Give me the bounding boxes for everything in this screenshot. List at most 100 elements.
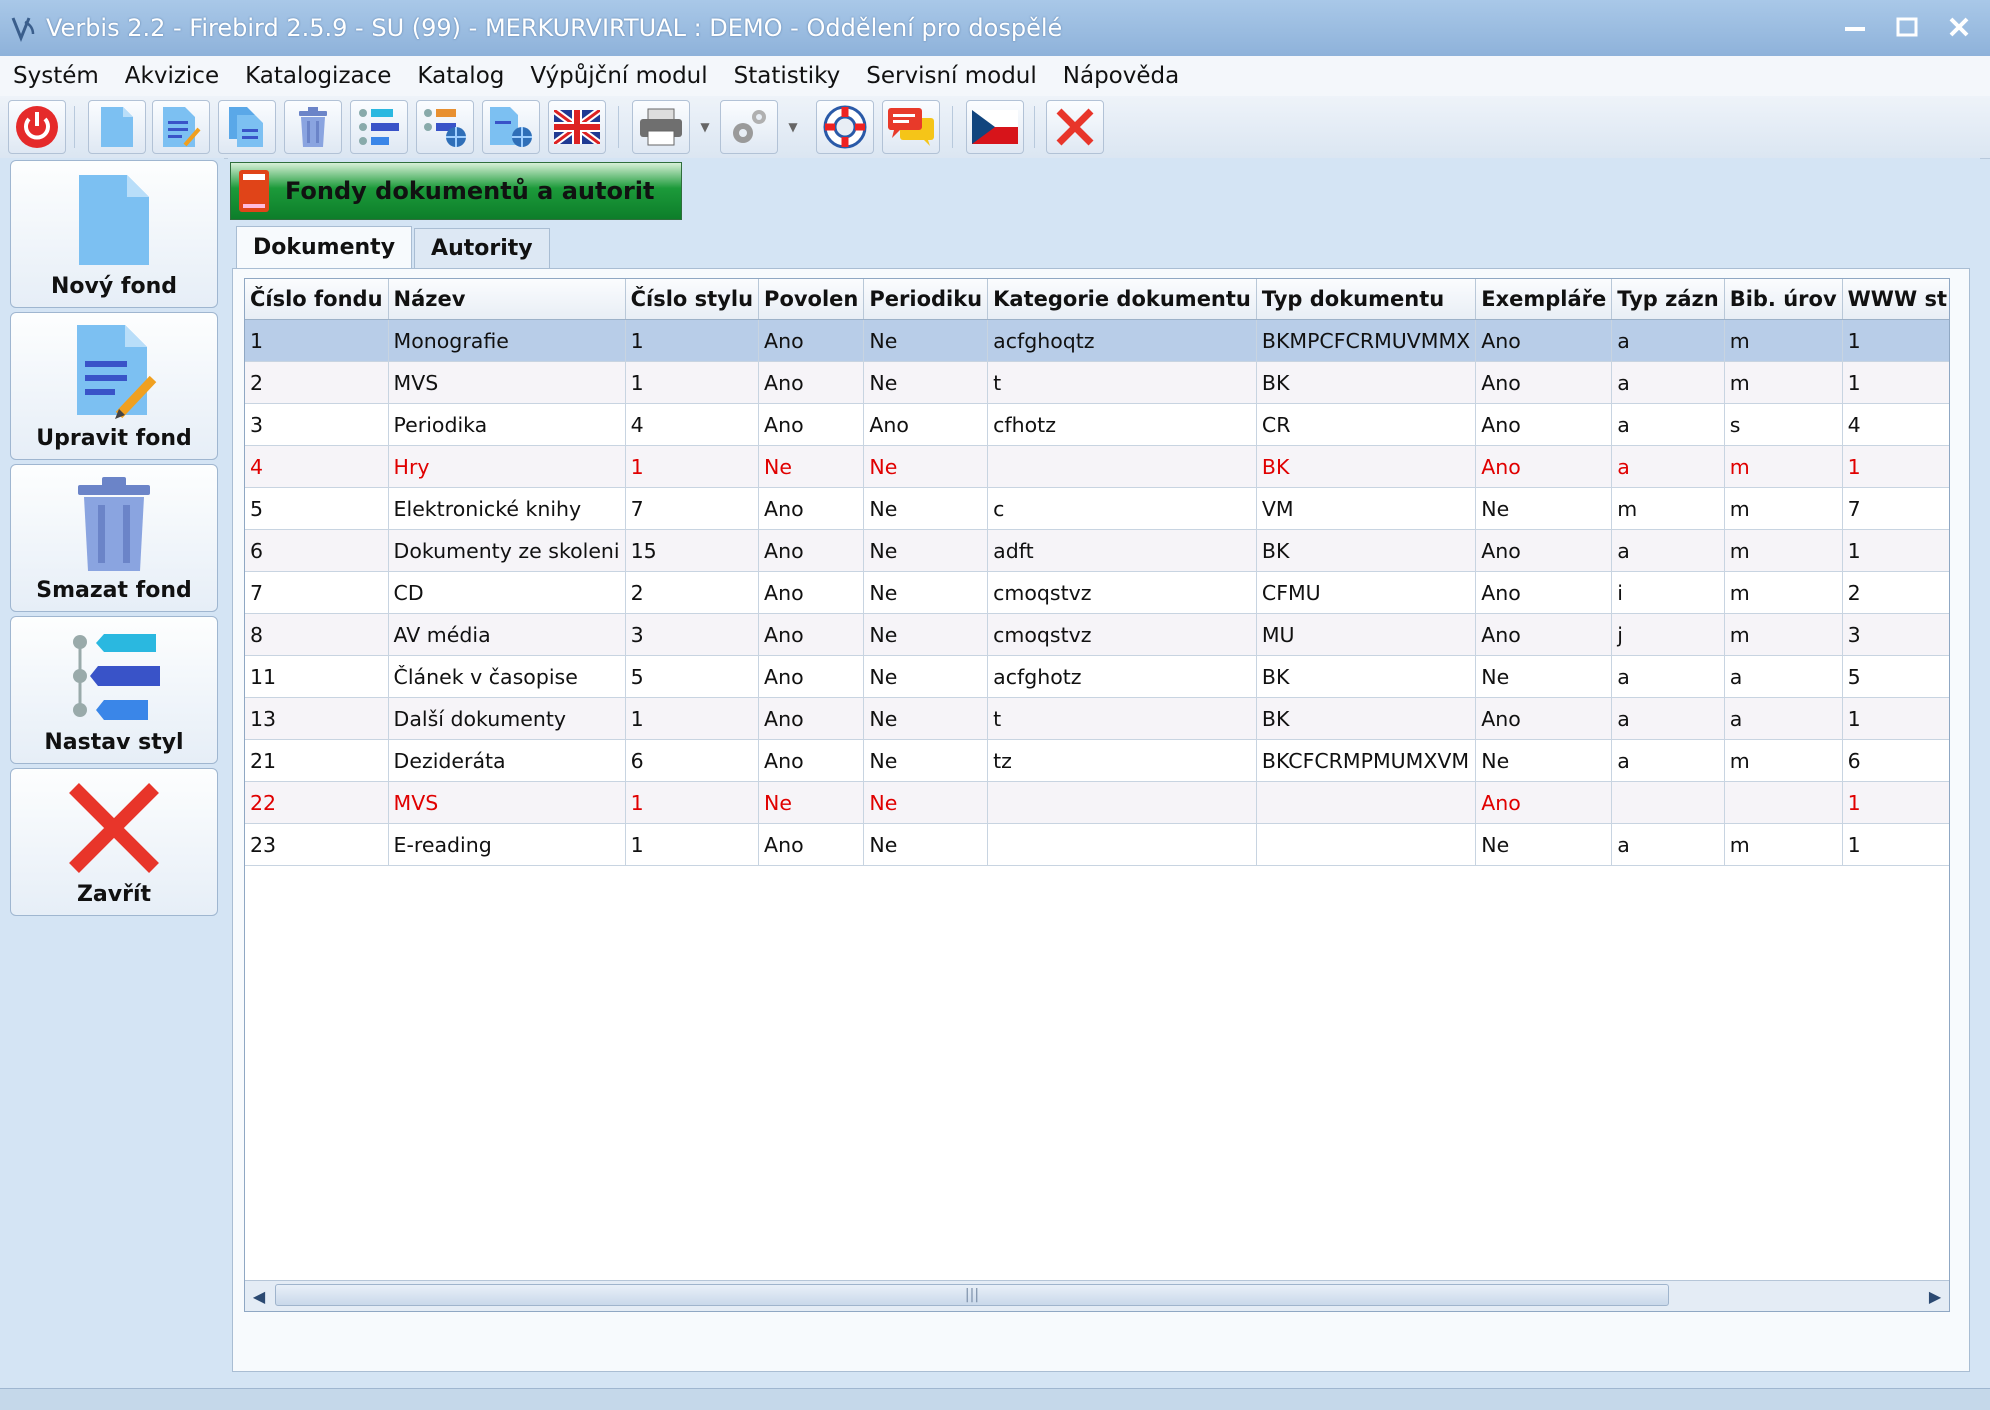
menu-statistiky[interactable]: Statistiky bbox=[721, 63, 854, 89]
column-header[interactable]: Kategorie dokumentu bbox=[987, 279, 1257, 320]
delete-button[interactable] bbox=[284, 100, 342, 154]
table-cell: m bbox=[1724, 823, 1843, 866]
table-cell: CR bbox=[1256, 403, 1477, 446]
table-cell: 1 bbox=[1842, 529, 1949, 572]
scroll-right-button[interactable]: ▶ bbox=[1921, 1281, 1949, 1311]
close-toolbar-button[interactable] bbox=[1046, 100, 1104, 154]
table-row[interactable]: 6 Dokumenty ze skoleni 15 Ano Ne adft BK Ano a m 1 bbox=[245, 529, 1949, 572]
trash-icon bbox=[299, 107, 327, 147]
settings-dropdown[interactable]: ▼ bbox=[782, 100, 804, 154]
table-row[interactable]: 5Elektronické knihy7AnoNecVMNemm7( bbox=[245, 487, 1949, 530]
tab-authorities[interactable]: Autority bbox=[414, 228, 550, 268]
table-row[interactable]: 7CD2AnoNecmoqstvzCFMUAnoim27 bbox=[245, 571, 1949, 614]
column-header[interactable]: Bib. úrov bbox=[1724, 279, 1843, 320]
table-cell: CFMU bbox=[1256, 571, 1477, 614]
table-row[interactable]: 22MVS1NeNeAno12 bbox=[245, 781, 1949, 824]
tab-documents[interactable]: Dokumenty bbox=[236, 226, 413, 268]
column-header[interactable]: WWW st bbox=[1842, 279, 1949, 320]
table-cell: m bbox=[1724, 445, 1843, 488]
table-cell: 6 bbox=[245, 529, 389, 572]
table-cell: 23 bbox=[245, 823, 389, 866]
table-cell: 4 bbox=[245, 445, 389, 488]
table-cell bbox=[1724, 781, 1843, 824]
section-title: Fondy dokumentů a autorit bbox=[285, 177, 655, 205]
print-button[interactable] bbox=[632, 100, 690, 154]
set-style-button[interactable]: Nastav styl bbox=[10, 616, 218, 764]
table-row[interactable]: 8AV média3AnoNecmoqstvzMUAnojm38 bbox=[245, 613, 1949, 656]
edit-document-large-icon bbox=[77, 325, 157, 419]
document-icon bbox=[101, 107, 133, 147]
column-header[interactable]: Číslo fondu bbox=[245, 279, 389, 320]
close-side-button[interactable]: Zavřít bbox=[10, 768, 218, 916]
help-button[interactable] bbox=[816, 100, 874, 154]
column-header[interactable]: Exempláře bbox=[1475, 279, 1613, 320]
table-cell: Monografie bbox=[388, 319, 626, 362]
table-cell: 5 bbox=[1842, 655, 1949, 698]
table-cell: m bbox=[1724, 739, 1843, 782]
table-row[interactable]: 1 Monografie 1 Ano Ne acfghoqtz BKMPCFCRMUVMMX… bbox=[245, 319, 1949, 362]
column-header[interactable]: Číslo stylu bbox=[625, 279, 760, 320]
column-header[interactable]: Název bbox=[388, 279, 626, 320]
style-button[interactable] bbox=[350, 100, 408, 154]
table-row[interactable]: 23 E-reading 1 Ano Ne Ne a m 1 bbox=[245, 823, 1949, 866]
delete-fond-label: Smazat fond bbox=[36, 578, 192, 603]
scroll-left-button[interactable]: ◀ bbox=[245, 1281, 273, 1311]
minimize-button[interactable] bbox=[1836, 8, 1874, 46]
close-window-button[interactable] bbox=[1940, 8, 1978, 46]
table-cell: 7 bbox=[1842, 487, 1949, 530]
menu-system[interactable]: Systém bbox=[0, 63, 112, 89]
edit-fond-button[interactable]: Upravit fond bbox=[10, 312, 218, 460]
app-window: Verbis 2.2 - Firebird 2.5.9 - SU (99) - … bbox=[0, 0, 1990, 1410]
table-cell: i bbox=[1611, 571, 1725, 614]
settings-button[interactable] bbox=[720, 100, 778, 154]
table-cell: BK bbox=[1256, 655, 1477, 698]
menu-katalogizace[interactable]: Katalogizace bbox=[232, 63, 404, 89]
copy-document-button[interactable] bbox=[218, 100, 276, 154]
table-row[interactable]: 11 Článek v časopise 5 Ano Ne acfghotz BK Ne a a 5 bbox=[245, 655, 1949, 698]
table-cell: adft bbox=[987, 529, 1257, 572]
menu-vypujcni-modul[interactable]: Výpůjční modul bbox=[517, 63, 720, 89]
close-side-label: Zavřít bbox=[76, 882, 152, 907]
english-language-button[interactable] bbox=[548, 100, 606, 154]
table-cell: a bbox=[1611, 529, 1725, 572]
messages-button[interactable] bbox=[882, 100, 940, 154]
table-cell: 1 bbox=[625, 319, 760, 362]
column-header[interactable]: Typ zázn bbox=[1611, 279, 1725, 320]
table-cell: MVS bbox=[388, 361, 626, 404]
menu-akvizice[interactable]: Akvizice bbox=[112, 63, 232, 89]
menu-katalog[interactable]: Katalog bbox=[404, 63, 517, 89]
edit-document-button[interactable] bbox=[152, 100, 210, 154]
table-cell: a bbox=[1724, 655, 1843, 698]
table-row[interactable]: 4Hry1NeNeBKAnoam14 bbox=[245, 445, 1949, 488]
delete-fond-button[interactable]: Smazat fond bbox=[10, 464, 218, 612]
table-cell bbox=[1611, 781, 1725, 824]
menu-napoveda[interactable]: Nápověda bbox=[1050, 63, 1192, 89]
horizontal-scrollbar[interactable]: ◀ ||| ▶ bbox=[245, 1280, 1949, 1311]
maximize-button[interactable] bbox=[1888, 8, 1926, 46]
table-cell bbox=[987, 445, 1257, 488]
new-document-button[interactable] bbox=[88, 100, 146, 154]
table-row[interactable]: 21Dezideráta6AnoNetzBKCFCRMPMUMXVMNeam6( bbox=[245, 739, 1949, 782]
table-row[interactable]: 3 Periodika 4 Ano Ano cfhotz CR Ano a s 4 bbox=[245, 403, 1949, 446]
column-header[interactable]: Typ dokumentu bbox=[1256, 279, 1477, 320]
czech-language-button[interactable] bbox=[966, 100, 1024, 154]
window-title: Verbis 2.2 - Firebird 2.5.9 - SU (99) - … bbox=[46, 14, 1063, 42]
menu-servisni-modul[interactable]: Servisní modul bbox=[853, 63, 1050, 89]
table-cell: Ano bbox=[1475, 781, 1613, 824]
power-button[interactable] bbox=[8, 100, 66, 154]
table-row[interactable]: 2MVS1AnoNetBKAnoam12 bbox=[245, 361, 1949, 404]
column-header[interactable]: Povolen bbox=[758, 279, 865, 320]
table-cell: Ano bbox=[1475, 697, 1613, 740]
style-web-button[interactable] bbox=[416, 100, 474, 154]
style-tree-large-icon bbox=[73, 634, 160, 720]
table-cell: 1 bbox=[1842, 361, 1949, 404]
scroll-thumb[interactable]: ||| bbox=[275, 1284, 1669, 1306]
new-fond-button[interactable]: Nový fond bbox=[10, 160, 218, 308]
table-cell: AV média bbox=[388, 613, 626, 656]
table-row[interactable]: 13 Další dokumenty 1 Ano Ne t BK Ano a a 1 bbox=[245, 697, 1949, 740]
table-cell: 1 bbox=[1842, 445, 1949, 488]
print-dropdown[interactable]: ▼ bbox=[694, 100, 716, 154]
column-header[interactable]: Periodiku bbox=[863, 279, 989, 320]
document-web-button[interactable] bbox=[482, 100, 540, 154]
table-cell: Ano bbox=[758, 319, 865, 362]
